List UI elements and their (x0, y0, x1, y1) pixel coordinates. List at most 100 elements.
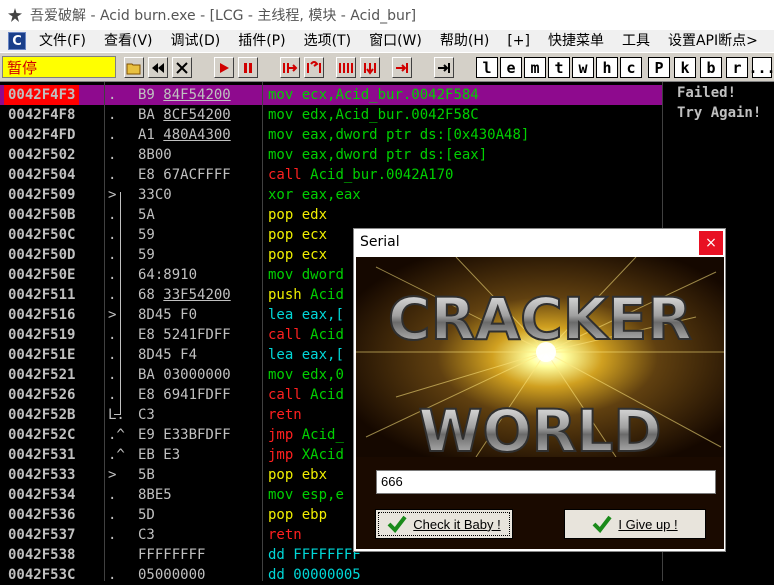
disasm-row[interactable]: 0042F53C. 05000000 dd 00000005 (0, 565, 662, 585)
toolbar-btn-cpu[interactable]: c (620, 57, 642, 78)
row-hex: 8D45 F4 (138, 345, 197, 365)
execute-till-return-icon[interactable] (392, 57, 412, 78)
rewind-icon[interactable] (148, 57, 168, 78)
toolbar-btn-breakpoints[interactable]: b (700, 57, 722, 78)
serial-input[interactable]: 666 (376, 470, 716, 494)
row-address: 0042F502 (8, 147, 76, 163)
row-instruction: dd FFFFFFFF (268, 545, 361, 565)
row-operands: Acid (310, 327, 344, 343)
toolbar-btn-more[interactable]: ... (748, 57, 774, 78)
disasm-row[interactable]: 0042F502. 8B00 mov eax,dword ptr ds:[eax] (0, 145, 662, 165)
row-hex-prefix: 5D (138, 507, 155, 523)
row-operands: Acid_ (301, 427, 344, 443)
row-instruction: call Acid (268, 325, 344, 345)
toolbar-btn-log[interactable]: l (476, 57, 498, 78)
row-operands: ecx,Acid_bur.0042F584 (301, 87, 479, 103)
row-marker: . (108, 127, 117, 143)
disasm-row[interactable]: 0042F50B. 5A pop edx (0, 205, 662, 225)
row-operands: eax,dword ptr ds:[eax] (301, 147, 488, 163)
dialog-body: CRACKER WORLD 666 Check it Baby ! I Give… (356, 257, 724, 549)
disasm-row[interactable]: 0042F4F8. BA 8CF54200 mov edx,Acid_bur.004… (0, 105, 662, 125)
trace-over-icon[interactable] (360, 57, 380, 78)
menu-window[interactable]: 窗口(W) (360, 30, 431, 52)
disasm-row[interactable]: 0042F509 >33C0 xor eax,eax (0, 185, 662, 205)
trace-into-icon[interactable] (336, 57, 356, 78)
row-address: 0042F52B (8, 407, 76, 423)
row-hex: E8 67ACFFFF (138, 165, 231, 185)
checkmark-icon (387, 515, 407, 533)
disasm-row[interactable]: 0042F4F3. B9 84F54200 mov ecx,Acid_bur.004… (0, 85, 662, 105)
menu-debug[interactable]: 调试(D) (162, 30, 230, 52)
row-mnemonic: jmp (268, 427, 294, 443)
row-hex-prefix: 59 (138, 227, 155, 243)
row-marker: . (108, 107, 117, 123)
row-hex: EB E3 (138, 445, 180, 465)
row-instruction: call Acid_bur.0042A170 (268, 165, 453, 185)
menu-options[interactable]: 选项(T) (295, 30, 360, 52)
row-mnemonic: retn (268, 527, 302, 543)
toolbar-btn-modules[interactable]: e (500, 57, 522, 78)
toolbar-btn-memory[interactable]: m (524, 57, 546, 78)
row-instruction: pop edx (268, 205, 327, 225)
menu-view[interactable]: 查看(V) (95, 30, 162, 52)
row-instruction: mov edx,0 (268, 365, 344, 385)
toolbar: 暂停 l e m t w h c P k b r ... (0, 52, 774, 82)
row-hex: C3 (138, 525, 155, 545)
row-mnemonic: mov (268, 487, 294, 503)
row-address: 0042F533 (8, 467, 76, 483)
row-marker: . (108, 527, 117, 543)
row-operands: eax,dword ptr ds:[0x430A48] (301, 127, 530, 143)
goto-expression-icon[interactable] (434, 57, 454, 78)
row-address: 0042F4FD (8, 127, 76, 143)
toolbar-btn-references[interactable]: r (726, 57, 748, 78)
disasm-row[interactable]: 0042F4FD. A1 480A4300 mov eax,dword ptr ds… (0, 125, 662, 145)
menu-help[interactable]: 帮助(H) (431, 30, 498, 52)
row-hex: 59 (138, 225, 155, 245)
row-hex: 8D45 F0 (138, 305, 197, 325)
open-folder-icon[interactable] (124, 57, 144, 78)
jump-bracket-end (114, 414, 121, 415)
give-up-button[interactable]: I Give up ! (564, 509, 706, 539)
menu-plus[interactable]: [+] (498, 30, 539, 52)
menu-set-api-breakpoint[interactable]: 设置API断点> (659, 30, 767, 52)
menu-plugins[interactable]: 插件(P) (229, 30, 294, 52)
app-icon (6, 6, 24, 24)
toolbar-btn-call-stack[interactable]: k (674, 57, 696, 78)
row-marker: > (108, 467, 117, 483)
row-address: 0042F50B (8, 207, 76, 223)
row-marker: . (108, 567, 117, 583)
step-into-icon[interactable] (280, 57, 300, 78)
cracker-world-logo: CRACKER WORLD (356, 257, 724, 457)
menu-file[interactable]: 文件(F) (30, 30, 95, 52)
row-instruction: pop ebp (268, 505, 327, 525)
check-button[interactable]: Check it Baby ! (375, 509, 513, 539)
row-mnemonic: mov (268, 127, 294, 143)
close-icon[interactable]: × (699, 231, 723, 255)
row-address: 0042F511 (8, 287, 76, 303)
step-over-icon[interactable] (304, 57, 324, 78)
row-hex-address: 8CF54200 (163, 107, 231, 123)
toolbar-btn-handles[interactable]: h (596, 57, 618, 78)
row-marker: L. (108, 407, 125, 423)
row-mnemonic: retn (268, 407, 302, 423)
give-up-button-label: I Give up ! (618, 516, 678, 532)
row-hex-prefix: FFFFFFFF (138, 547, 206, 563)
toolbar-btn-windows[interactable]: w (572, 57, 594, 78)
toolbar-btn-patches[interactable]: P (648, 57, 670, 78)
disasm-row[interactable]: 0042F504. E8 67ACFFFF call Acid_bur.0042A1… (0, 165, 662, 185)
row-operands: dword (301, 267, 344, 283)
row-operands: Acid (310, 287, 344, 303)
row-operands: ecx (301, 227, 328, 243)
row-marker: . (108, 207, 117, 223)
menu-tools[interactable]: 工具 (613, 30, 659, 52)
pause-icon[interactable] (238, 57, 258, 78)
comment-failed: Failed! (677, 85, 737, 101)
toolbar-btn-threads[interactable]: t (548, 57, 570, 78)
module-icon[interactable]: C (8, 32, 26, 50)
close-debug-icon[interactable] (172, 57, 192, 78)
row-address: 0042F52C (8, 427, 76, 443)
menu-shortcut[interactable]: 快捷菜单 (539, 30, 613, 52)
row-hex: 68 33F54200 (138, 285, 231, 305)
row-hex-prefix: E8 67ACFFFF (138, 167, 231, 183)
run-icon[interactable] (214, 57, 234, 78)
